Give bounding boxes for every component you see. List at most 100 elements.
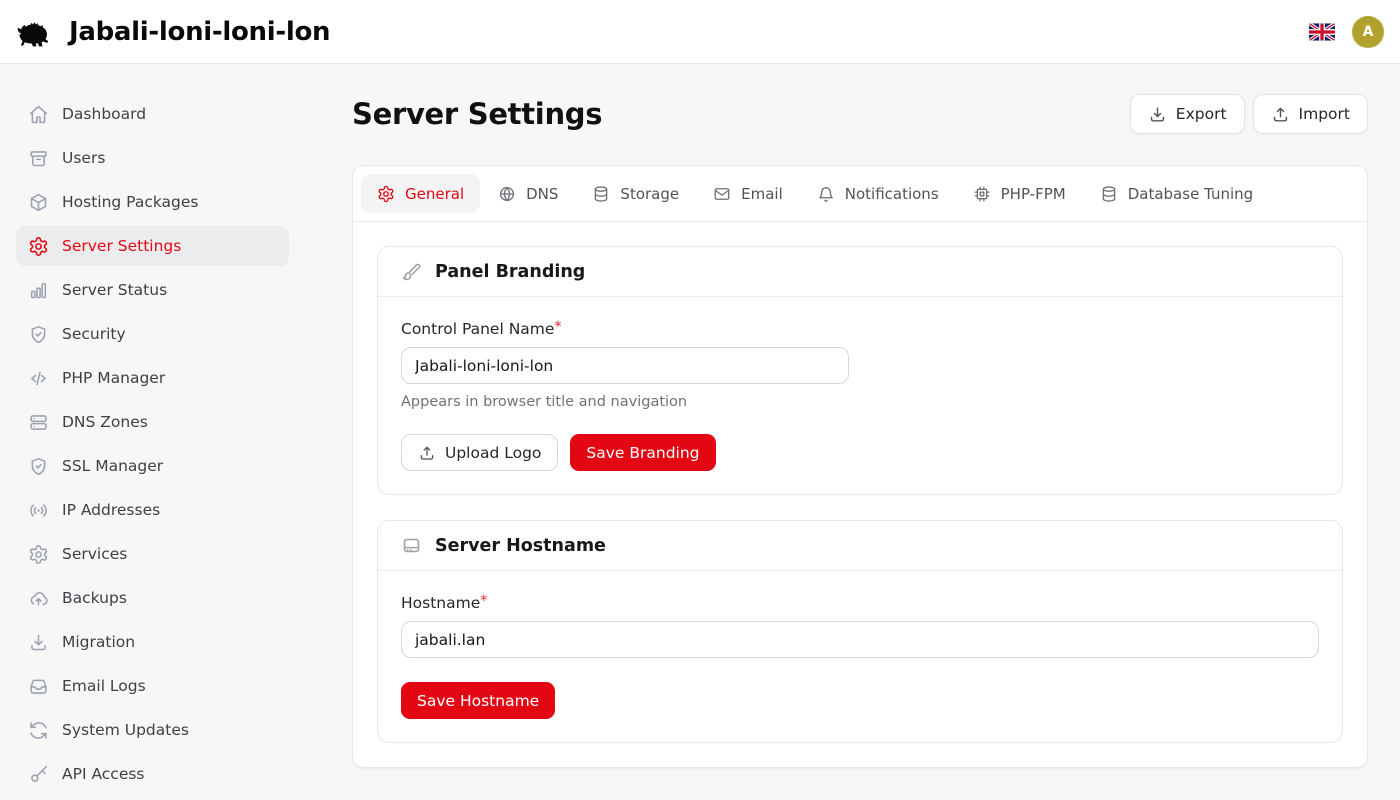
home-icon: [28, 104, 49, 125]
sidebar-item-label: Hosting Packages: [62, 193, 199, 211]
sidebar-item-label: Security: [62, 325, 126, 343]
required-marker: *: [554, 319, 561, 335]
action-label: Export: [1176, 105, 1227, 123]
avatar[interactable]: A: [1352, 16, 1384, 48]
sidebar-item-label: Migration: [62, 633, 135, 651]
sidebar-item-label: Users: [62, 149, 105, 167]
download-icon: [28, 632, 49, 653]
tab-label: Storage: [620, 185, 679, 203]
gear-icon: [28, 544, 49, 565]
refresh-icon: [28, 720, 49, 741]
tab-label: General: [405, 185, 464, 203]
inbox-icon: [28, 676, 49, 697]
sidebar-item-label: SSL Manager: [62, 457, 163, 475]
database-icon: [1100, 185, 1118, 203]
save-branding-button[interactable]: Save Branding: [570, 434, 715, 471]
page-actions: Export Import: [1130, 94, 1368, 134]
sidebar-item-dns-zones[interactable]: DNS Zones: [16, 402, 289, 442]
sidebar-item-users[interactable]: Users: [16, 138, 289, 178]
gear-icon: [28, 236, 49, 257]
card-title: Panel Branding: [435, 262, 585, 282]
tab-email[interactable]: Email: [697, 174, 799, 213]
sidebar-item-label: IP Addresses: [62, 501, 160, 519]
upload-logo-button[interactable]: Upload Logo: [401, 434, 558, 471]
package-icon: [28, 192, 49, 213]
control-panel-name-label: Control Panel Name*: [401, 320, 1319, 338]
tab-dns[interactable]: DNS: [482, 174, 574, 213]
database-icon: [592, 185, 610, 203]
sidebar-item-label: System Updates: [62, 721, 189, 739]
card-title: Server Hostname: [435, 536, 606, 556]
sidebar-item-services[interactable]: Services: [16, 534, 289, 574]
tab-notifications[interactable]: Notifications: [801, 174, 955, 213]
shield-check-icon: [28, 456, 49, 477]
sidebar-item-server-settings[interactable]: Server Settings: [16, 226, 289, 266]
sidebar-item-dashboard[interactable]: Dashboard: [16, 94, 289, 134]
main-content: Server Settings Export Import General DNS S…: [305, 64, 1400, 800]
tab-label: Notifications: [845, 185, 939, 203]
tab-storage[interactable]: Storage: [576, 174, 695, 213]
sidebar-item-label: Dashboard: [62, 105, 146, 123]
sidebar-item-api-access[interactable]: API Access: [16, 754, 289, 794]
tab-php-fpm[interactable]: PHP-FPM: [957, 174, 1082, 213]
sidebar-item-label: Services: [62, 545, 127, 563]
bar-chart-icon: [28, 280, 49, 301]
tab-label: DNS: [526, 185, 558, 203]
app-brand: Jabali-loni-loni-lon: [14, 16, 330, 47]
server-stack-icon: [28, 412, 49, 433]
broadcast-icon: [28, 500, 49, 521]
key-icon: [28, 764, 49, 785]
sidebar-item-system-updates[interactable]: System Updates: [16, 710, 289, 750]
shield-check-icon: [28, 324, 49, 345]
tab-label: Database Tuning: [1128, 185, 1253, 203]
sidebar-item-label: DNS Zones: [62, 413, 148, 431]
hostname-label: Hostname*: [401, 594, 1319, 612]
tab-label: Email: [741, 185, 783, 203]
sidebar-item-label: Email Logs: [62, 677, 146, 695]
save-hostname-button[interactable]: Save Hostname: [401, 682, 555, 719]
sidebar-item-label: API Access: [62, 765, 145, 783]
sidebar-nav: Dashboard Users Hosting Packages Server Set…: [0, 64, 305, 800]
sidebar-item-email-logs[interactable]: Email Logs: [16, 666, 289, 706]
cloud-upload-icon: [28, 588, 49, 609]
globe-icon: [498, 185, 516, 203]
upload-icon: [418, 444, 436, 462]
sidebar-item-server-status[interactable]: Server Status: [16, 270, 289, 310]
sidebar-item-migration[interactable]: Migration: [16, 622, 289, 662]
sidebar-item-hosting-packages[interactable]: Hosting Packages: [16, 182, 289, 222]
sidebar-item-ip-addresses[interactable]: IP Addresses: [16, 490, 289, 530]
gear-icon: [377, 185, 395, 203]
page-title: Server Settings: [352, 97, 602, 131]
top-header: Jabali-loni-loni-lon A: [0, 0, 1400, 64]
action-label: Import: [1299, 105, 1350, 123]
sidebar-item-php-manager[interactable]: PHP Manager: [16, 358, 289, 398]
sidebar-item-label: Server Settings: [62, 237, 181, 255]
export-button[interactable]: Export: [1130, 94, 1245, 134]
tab-database-tuning[interactable]: Database Tuning: [1084, 174, 1269, 213]
server-hostname-card: Server Hostname Hostname* Save Hostname: [377, 520, 1343, 743]
bell-icon: [817, 185, 835, 203]
required-marker: *: [480, 593, 487, 609]
app-title: Jabali-loni-loni-lon: [69, 17, 330, 47]
sidebar-item-label: Server Status: [62, 281, 167, 299]
control-panel-name-input[interactable]: [401, 347, 849, 384]
import-button[interactable]: Import: [1253, 94, 1368, 134]
sidebar-item-security[interactable]: Security: [16, 314, 289, 354]
tab-general[interactable]: General: [361, 174, 480, 213]
hostname-input[interactable]: [401, 621, 1319, 658]
settings-tabs: General DNS Storage Email Notifications PHP-F…: [353, 166, 1367, 222]
code-icon: [28, 368, 49, 389]
sidebar-item-ssl-manager[interactable]: SSL Manager: [16, 446, 289, 486]
users-icon: [28, 148, 49, 169]
boar-icon: [14, 16, 60, 47]
settings-panel: General DNS Storage Email Notifications PHP-F…: [352, 165, 1368, 768]
sidebar-item-label: Backups: [62, 589, 127, 607]
tab-label: PHP-FPM: [1001, 185, 1066, 203]
uk-flag-icon[interactable]: [1309, 23, 1335, 41]
paintbrush-icon: [401, 261, 422, 282]
panel-branding-card: Panel Branding Control Panel Name* Appea…: [377, 246, 1343, 495]
sidebar-item-backups[interactable]: Backups: [16, 578, 289, 618]
upload-logo-label: Upload Logo: [445, 444, 541, 462]
sidebar-item-label: PHP Manager: [62, 369, 165, 387]
download-icon: [1148, 105, 1167, 124]
